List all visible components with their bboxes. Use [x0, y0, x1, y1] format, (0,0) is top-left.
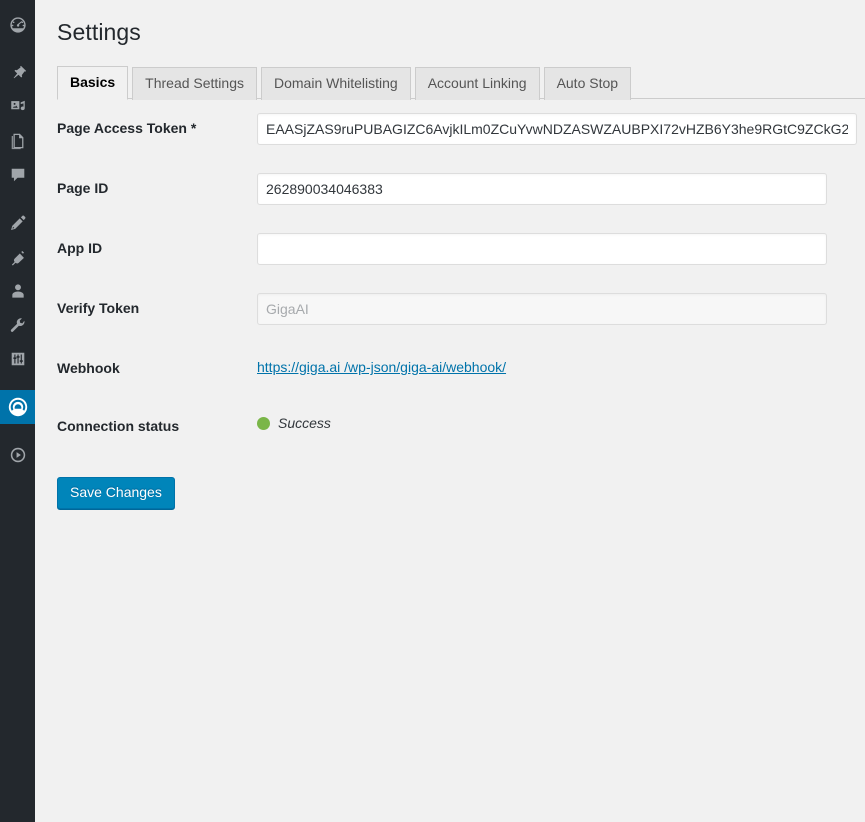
sidebar-item-media[interactable]	[0, 90, 35, 124]
tab-basics[interactable]: Basics	[57, 66, 129, 100]
field-row-verify-token: Verify Token	[35, 279, 865, 339]
sidebar-item-plugins[interactable]	[0, 240, 35, 274]
settings-form: Page Access Token * Page ID App ID Verif…	[35, 99, 865, 455]
wrench-icon	[9, 316, 27, 334]
settings-tabs: Basics Thread Settings Domain Whitelisting…	[57, 66, 865, 100]
page-id-label: Page ID	[57, 180, 109, 196]
pin-icon	[9, 64, 27, 82]
status-dot-icon	[257, 416, 270, 430]
field-row-page-access-token: Page Access Token *	[35, 99, 865, 159]
form-actions: Save Changes	[35, 455, 865, 510]
tab-auto-stop[interactable]: Auto Stop	[543, 67, 632, 100]
admin-sidebar	[0, 0, 43, 822]
sidebar-item-pages[interactable]	[0, 124, 35, 158]
dashboard-icon	[9, 16, 27, 34]
field-row-page-id: Page ID	[35, 159, 865, 219]
app-id-input[interactable]	[257, 233, 827, 265]
sidebar-item-users[interactable]	[0, 274, 35, 308]
app-id-label: App ID	[57, 240, 103, 256]
chat-bubble-icon	[7, 396, 29, 418]
user-icon	[9, 282, 27, 300]
page-id-input[interactable]	[257, 173, 827, 205]
paintbrush-icon	[9, 214, 27, 232]
play-circle-icon	[9, 446, 27, 464]
page-access-token-input[interactable]	[257, 113, 857, 145]
pages-icon	[9, 132, 27, 150]
connection-status-label: Connection status	[57, 418, 180, 435]
sidebar-item-giga-ai[interactable]	[0, 390, 43, 424]
verify-token-label: Verify Token	[57, 300, 140, 316]
sidebar-item-settings[interactable]	[0, 342, 35, 376]
settings-page: Settings Basics Thread Settings Domain Whi…	[35, 0, 865, 822]
plug-icon	[9, 248, 27, 266]
field-row-app-id: App ID	[35, 219, 865, 279]
verify-token-input[interactable]	[257, 293, 827, 325]
tab-account-linking[interactable]: Account Linking	[414, 67, 540, 100]
sidebar-item-media-player[interactable]	[0, 438, 35, 472]
sidebar-item-appearance[interactable]	[0, 206, 35, 240]
tab-thread-settings[interactable]: Thread Settings	[132, 67, 257, 100]
connection-status-value: Success	[278, 415, 331, 432]
comment-icon	[9, 166, 27, 184]
field-row-connection-status: Connection status Success	[35, 397, 865, 455]
webhook-label: Webhook	[57, 360, 120, 376]
page-access-token-label: Page Access Token *	[57, 120, 197, 136]
sidebar-item-comments[interactable]	[0, 158, 35, 192]
sidebar-item-dashboard[interactable]	[0, 8, 35, 42]
save-changes-button[interactable]: Save Changes	[57, 477, 175, 510]
media-icon	[9, 98, 27, 116]
status-badge: Success	[257, 411, 847, 431]
page-title: Settings	[57, 19, 141, 45]
sliders-icon	[9, 350, 27, 368]
field-row-webhook: Webhook https://giga.ai /wp-json/giga-ai…	[35, 339, 865, 397]
webhook-url-link[interactable]: https://giga.ai /wp-json/giga-ai/webhook…	[257, 353, 506, 377]
admin-screen: Settings Basics Thread Settings Domain Whi…	[0, 0, 865, 822]
sidebar-item-tools[interactable]	[0, 308, 35, 342]
sidebar-item-posts[interactable]	[0, 56, 35, 90]
tab-domain-whitelisting[interactable]: Domain Whitelisting	[261, 67, 411, 100]
